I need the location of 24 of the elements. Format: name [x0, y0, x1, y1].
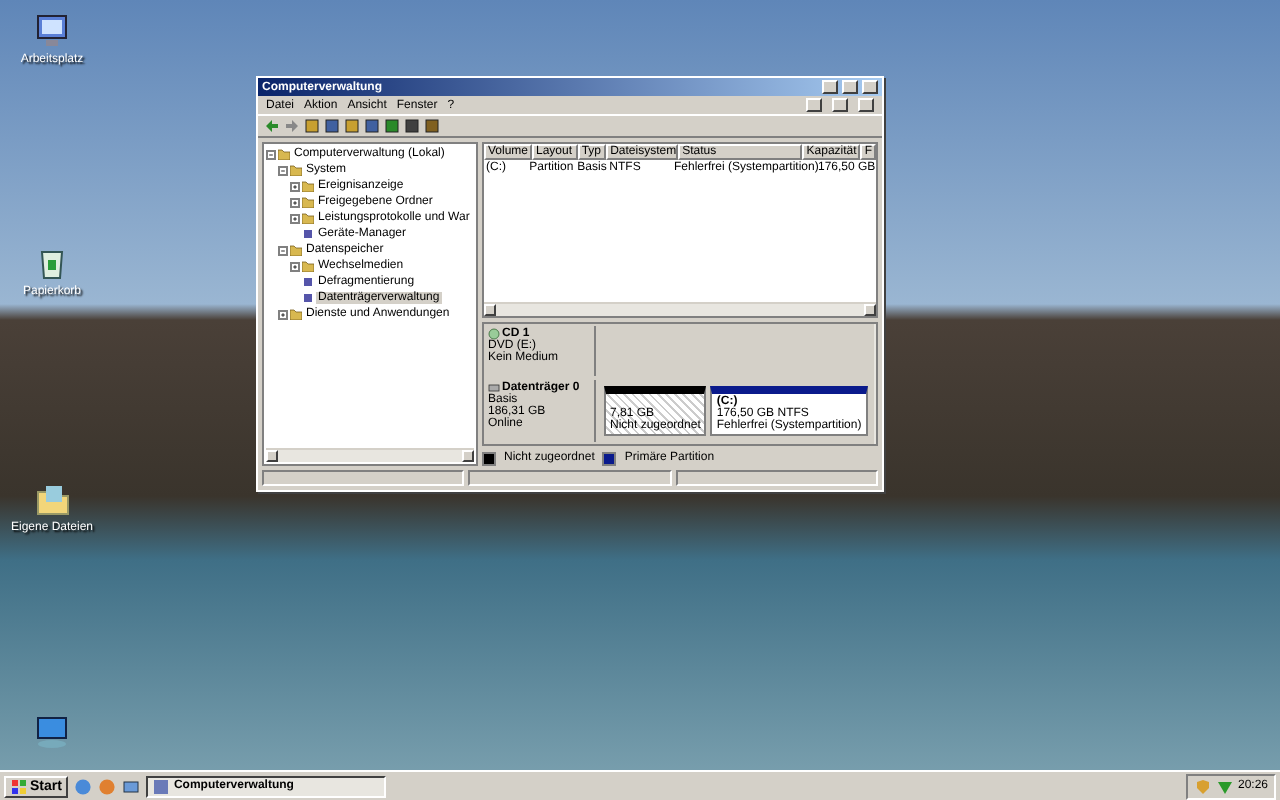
expand-toggle-icon[interactable]	[290, 197, 300, 207]
app-window-icon	[151, 777, 170, 795]
expand-toggle-icon[interactable]	[290, 181, 300, 191]
windows-flag-icon	[10, 777, 28, 795]
tool-icon	[302, 228, 314, 240]
expand-toggle-icon[interactable]	[290, 261, 300, 271]
desktop-icon[interactable]	[121, 777, 140, 795]
network-icon[interactable]	[32, 712, 72, 752]
expand-toggle-icon[interactable]	[278, 309, 288, 319]
vertical-scrollbar[interactable]	[873, 324, 876, 444]
disc-drive-icon	[488, 328, 500, 340]
horizontal-scrollbar[interactable]	[266, 448, 474, 462]
expand-toggle-icon[interactable]	[290, 213, 300, 223]
collapse-toggle-icon[interactable]	[266, 149, 276, 159]
collapse-toggle-icon[interactable]	[278, 245, 288, 255]
legend-swatch	[482, 451, 496, 465]
folder-icon	[290, 308, 302, 320]
computer-icon[interactable]	[32, 12, 72, 52]
collapse-toggle-icon[interactable]	[278, 165, 288, 175]
disk-drive-icon	[488, 382, 500, 394]
horizontal-scrollbar[interactable]	[484, 302, 876, 316]
legend-swatch	[602, 451, 617, 465]
back-arrow-icon[interactable]	[264, 118, 280, 134]
documents-icon[interactable]	[32, 480, 72, 520]
